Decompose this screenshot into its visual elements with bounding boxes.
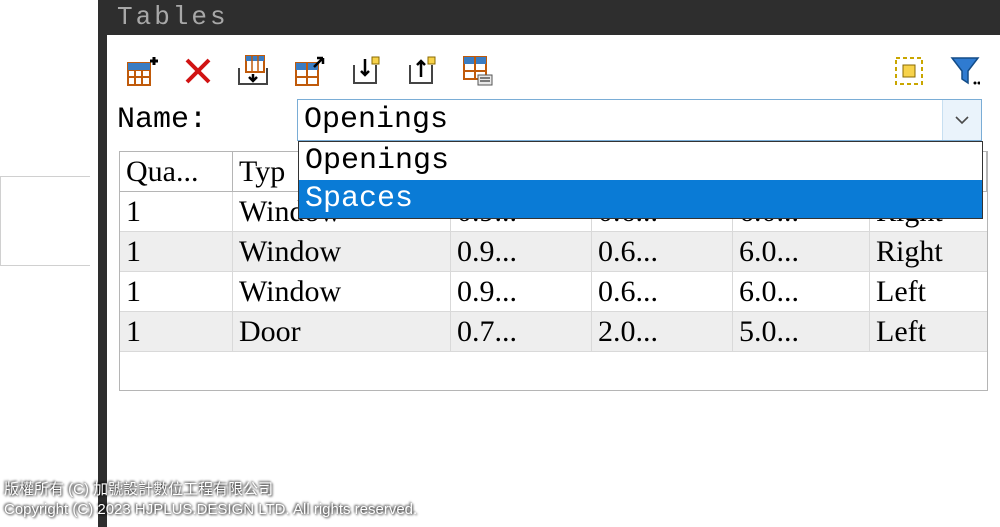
- delete-button[interactable]: [181, 54, 215, 88]
- panel-title: Tables: [107, 0, 1000, 35]
- name-combobox[interactable]: Openings Openings Spaces: [297, 99, 982, 141]
- tray-table-button[interactable]: [237, 54, 271, 88]
- table-cell[interactable]: Left: [870, 312, 987, 351]
- dropdown-item-spaces[interactable]: Spaces: [299, 180, 982, 218]
- footer-line-2: Copyright (C) 2023 HJPLUS.DESIGN LTD. Al…: [4, 500, 996, 520]
- col-quantity[interactable]: Qua...: [120, 152, 233, 191]
- export-table-button[interactable]: [293, 54, 327, 88]
- chevron-down-icon[interactable]: [943, 100, 981, 140]
- table-cell[interactable]: 1: [120, 192, 233, 231]
- table-cell[interactable]: Door: [233, 312, 451, 351]
- table-cell[interactable]: 1: [120, 232, 233, 271]
- toolbar: [107, 35, 1000, 95]
- table-cell[interactable]: 1: [120, 312, 233, 351]
- name-dropdown: Openings Spaces: [298, 141, 983, 219]
- name-label: Name:: [117, 103, 297, 137]
- import-data-button[interactable]: [349, 54, 383, 88]
- table-cell[interactable]: 0.9...: [451, 232, 592, 271]
- table-cell[interactable]: Left: [870, 272, 987, 311]
- table-cell[interactable]: 1: [120, 272, 233, 311]
- left-gutter-box: [0, 176, 90, 266]
- table-row[interactable]: 1Window0.9...0.6...6.0...Right: [120, 232, 987, 272]
- table-cell[interactable]: 6.0...: [733, 272, 870, 311]
- table-cell[interactable]: 0.7...: [451, 312, 592, 351]
- dropdown-item-openings[interactable]: Openings: [299, 142, 982, 180]
- add-table-button[interactable]: [125, 54, 159, 88]
- table-cell[interactable]: 0.9...: [451, 272, 592, 311]
- footer-line-1: 版權所有 (C) 加號設計數位工程有限公司: [4, 480, 996, 500]
- copyright-footer: 版權所有 (C) 加號設計數位工程有限公司 Copyright (C) 2023…: [0, 476, 1000, 527]
- table-row[interactable]: 1Window0.9...0.6...6.0...Left: [120, 272, 987, 312]
- selection-mode-button[interactable]: [892, 54, 926, 88]
- table-cell[interactable]: 0.6...: [592, 232, 733, 271]
- left-gutter: [0, 0, 98, 445]
- table-row[interactable]: 1Door0.7...2.0...5.0...Left: [120, 312, 987, 352]
- table-cell[interactable]: Window: [233, 232, 451, 271]
- table-cell[interactable]: 6.0...: [733, 232, 870, 271]
- tables-panel: Tables: [98, 0, 1000, 527]
- table-cell[interactable]: 2.0...: [592, 312, 733, 351]
- filter-button[interactable]: [948, 54, 982, 88]
- name-row: Name: Openings Openings Spaces: [107, 95, 1000, 141]
- table-cell[interactable]: Window: [233, 272, 451, 311]
- table-cell[interactable]: 5.0...: [733, 312, 870, 351]
- name-combobox-value[interactable]: Openings: [298, 100, 943, 140]
- table-cell[interactable]: 0.6...: [592, 272, 733, 311]
- table-options-button[interactable]: [461, 54, 495, 88]
- table-cell[interactable]: Right: [870, 232, 987, 271]
- export-data-button[interactable]: [405, 54, 439, 88]
